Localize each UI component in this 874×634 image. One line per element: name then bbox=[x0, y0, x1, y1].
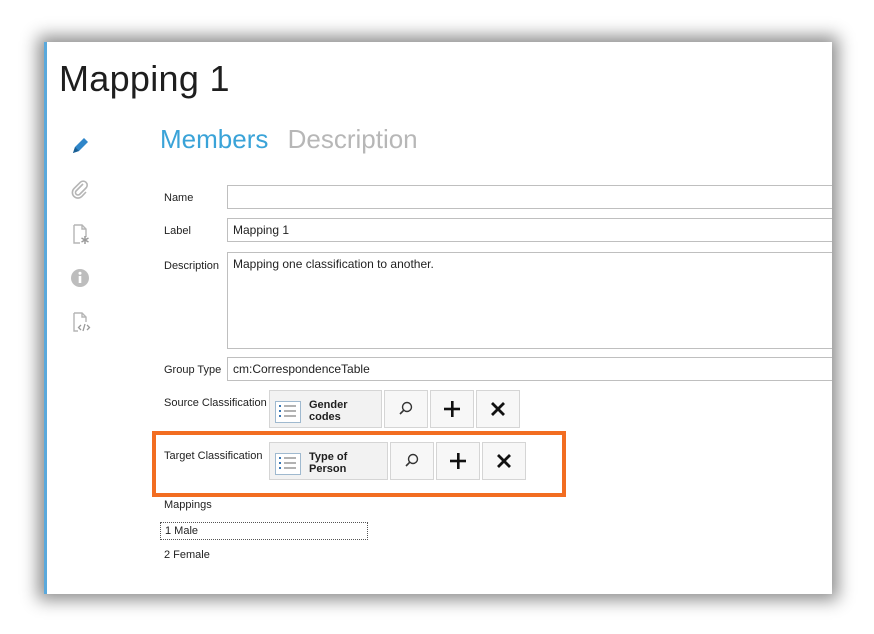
paperclip-icon[interactable] bbox=[64, 174, 96, 206]
tab-description[interactable]: Description bbox=[288, 124, 418, 154]
source-search-button[interactable] bbox=[384, 390, 428, 428]
document-star-icon[interactable] bbox=[64, 218, 96, 250]
tab-members[interactable]: Members bbox=[160, 124, 268, 154]
tab-bar: Members Description bbox=[160, 124, 418, 155]
info-icon[interactable] bbox=[64, 262, 96, 294]
document-code-icon[interactable] bbox=[64, 306, 96, 338]
label-label: Label bbox=[164, 225, 191, 237]
description-field[interactable]: Mapping one classification to another. bbox=[227, 252, 832, 349]
page-title: Mapping 1 bbox=[59, 58, 230, 99]
source-add-button[interactable] bbox=[430, 390, 474, 428]
source-classification-value: Gender codes bbox=[309, 399, 348, 423]
pencil-icon[interactable] bbox=[64, 130, 96, 162]
description-label: Description bbox=[164, 260, 220, 272]
search-icon bbox=[399, 401, 413, 415]
source-clear-button[interactable] bbox=[476, 390, 520, 428]
close-icon bbox=[491, 402, 505, 416]
target-classification-highlight bbox=[152, 431, 566, 497]
mappings-label: Mappings bbox=[164, 499, 212, 511]
source-classification-chip[interactable]: Gender codes bbox=[269, 390, 382, 428]
source-classification-picker: Gender codes bbox=[269, 390, 520, 428]
mapping-item-1[interactable]: 1 Male bbox=[160, 522, 368, 540]
editor-panel: Mapping 1 Members Description Name Label… bbox=[44, 42, 832, 594]
plus-icon bbox=[444, 401, 460, 417]
mapping-item-2[interactable]: 2 Female bbox=[164, 549, 210, 561]
group-type-field[interactable]: cm:CorrespondenceTable bbox=[227, 357, 832, 381]
source-classification-label: Source Classification bbox=[164, 397, 267, 409]
name-field[interactable] bbox=[227, 185, 832, 209]
group-type-label: Group Type bbox=[164, 364, 222, 376]
panel-accent-bar bbox=[44, 42, 47, 594]
name-label: Name bbox=[164, 192, 194, 204]
label-field[interactable]: Mapping 1 bbox=[227, 218, 832, 242]
numbered-list-icon bbox=[275, 401, 301, 423]
